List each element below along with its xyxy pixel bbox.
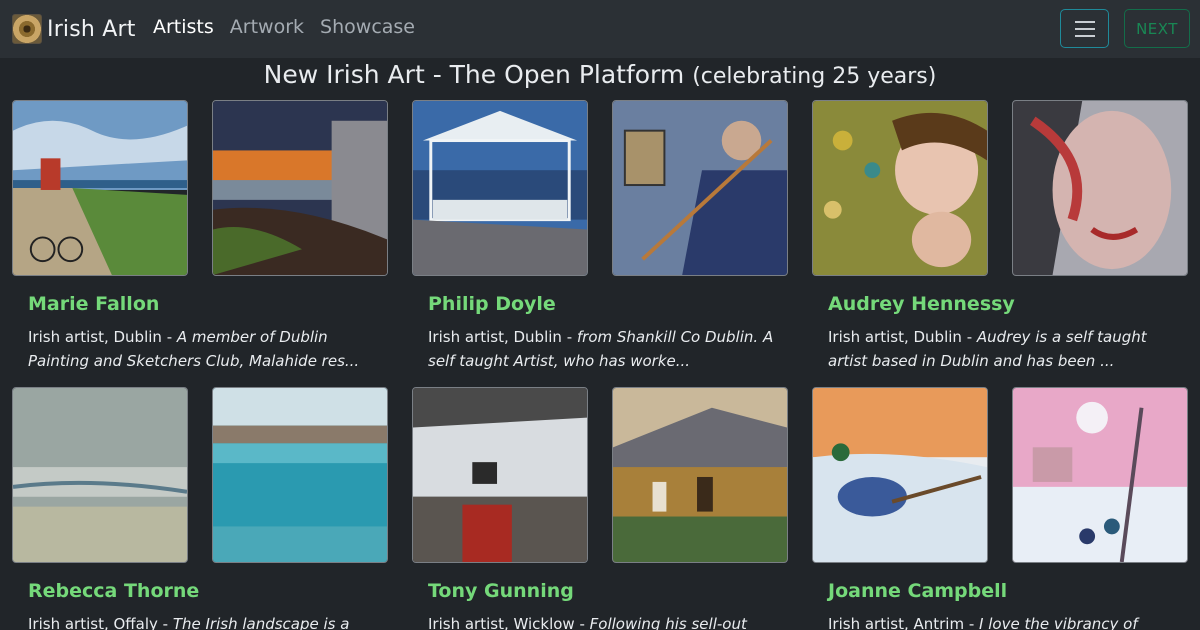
artwork-thumbnail[interactable] (412, 100, 588, 276)
nav-link-artists[interactable]: Artists (153, 16, 214, 38)
artist-description: Irish artist, Dublin - Audrey is a self … (828, 328, 1147, 370)
artwork-thumbnail[interactable] (12, 387, 188, 563)
artist-location: Irish artist, Dublin (428, 328, 562, 346)
artwork-thumbnail[interactable] (212, 100, 388, 276)
artist-description: Irish artist, Dublin - from Shankill Co … (428, 328, 774, 370)
artwork-thumbnail[interactable] (1012, 100, 1188, 276)
artist-description: Irish artist, Dublin - A member of Dubli… (28, 328, 360, 370)
artist-location: Irish artist, Wicklow (428, 615, 575, 630)
artist-name-link[interactable]: Tony Gunning (428, 580, 574, 602)
artist-location: Irish artist, Antrim (828, 615, 965, 630)
artist-location: Irish artist, Offaly (28, 615, 158, 630)
nav-link-showcase[interactable]: Showcase (320, 16, 415, 38)
artist-description: Irish artist, Offaly - The Irish landsca… (28, 612, 390, 630)
next-button[interactable]: NEXT (1124, 9, 1190, 48)
artwork-thumbnail[interactable] (812, 100, 988, 276)
artist-name-link[interactable]: Audrey Hennessy (828, 293, 1015, 315)
artist-location: Irish artist, Dublin (28, 328, 162, 346)
artwork-thumbnail[interactable] (1012, 387, 1188, 563)
menu-toggle-button[interactable] (1060, 9, 1109, 48)
navbar: Irish Art Artists Artwork Showcase NEXT (0, 0, 1200, 58)
artwork-thumbnail[interactable] (412, 387, 588, 563)
artist-description: Irish artist, Antrim - I love the vibran… (828, 612, 1190, 630)
brand-link[interactable]: Irish Art (12, 13, 136, 45)
page-title-main: New Irish Art - The Open Platform (263, 60, 685, 89)
artist-name-link[interactable]: Philip Doyle (428, 293, 556, 315)
artwork-thumbnail[interactable] (612, 387, 788, 563)
artwork-thumbnail[interactable] (612, 100, 788, 276)
hamburger-icon (1074, 20, 1095, 23)
artist-description: Irish artist, Wicklow - Following his se… (428, 612, 790, 630)
brand-name: Irish Art (47, 16, 136, 42)
brand-logo-icon (12, 14, 42, 44)
artwork-thumbnail[interactable] (212, 387, 388, 563)
artwork-thumbnail[interactable] (812, 387, 988, 563)
page-title: New Irish Art - The Open Platform (celeb… (0, 60, 1200, 89)
artist-name-link[interactable]: Marie Fallon (28, 293, 159, 315)
artwork-thumbnail[interactable] (12, 100, 188, 276)
artist-bio: The Irish landscape is a (172, 615, 350, 630)
artist-name-link[interactable]: Joanne Campbell (828, 580, 1007, 602)
page-title-sub: (celebrating 25 years) (692, 64, 937, 89)
artist-location: Irish artist, Dublin (828, 328, 962, 346)
artist-name-link[interactable]: Rebecca Thorne (28, 580, 199, 602)
nav-link-artwork[interactable]: Artwork (230, 16, 304, 38)
nav-links: Artists Artwork Showcase (153, 16, 415, 38)
